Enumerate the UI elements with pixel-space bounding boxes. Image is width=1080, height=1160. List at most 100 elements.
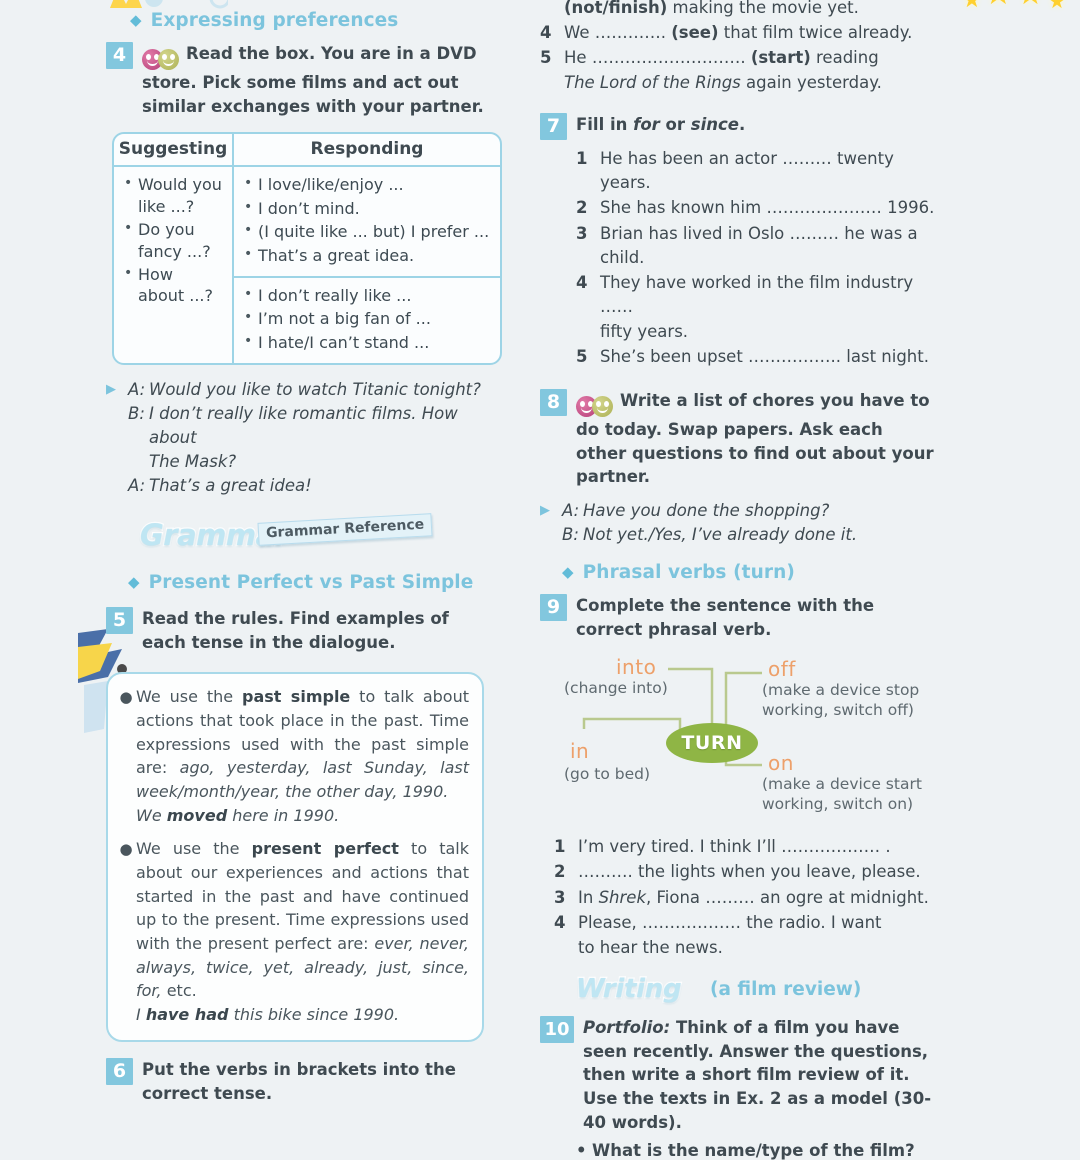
stars-decoration: ★ ★ ★ ★ [962,0,1072,18]
dialogue-line: A: Would you like to watch Titanic tonigh… [128,378,506,402]
exercise-number-badge: 8 [540,389,567,417]
bullet-icon: ● [119,688,133,707]
responding-negative-cell: • I don’t really like ... • I’m not a big … [234,278,500,363]
pair-work-icons [142,47,179,71]
dialogue-line: B: Not yet./Yes, I’ve already done it. [562,523,940,547]
exercise-8-text: Write a list of chores you have to do to… [576,389,936,489]
smiley-olive-icon [158,49,179,70]
list-item: • I don’t really like ... [244,285,492,306]
exercise-5: 5 Read the rules. Find examples of each … [106,606,506,655]
list-item: The Lord of the Rings again yesterday. [540,71,940,95]
diamond-icon: ◆ [130,11,142,29]
exercise-5-label: Read the rules. Find examples of each te… [142,608,449,652]
gap-dots: ………………………. [591,48,746,68]
table-body-row: • Would you like ...? • Do you fancy ...? … [114,167,500,364]
exercise-number-badge: 6 [106,1057,133,1085]
rule-time-expressions: ago, yesterday, last Sunday, last week/m… [136,758,469,802]
question-text: What is the name/type of the film? [592,1140,915,1160]
item-number: 2 [554,862,566,882]
exercise-9-label: Complete the sentence with the correct p… [576,595,875,639]
exercise-4-label: Read the box. You are in a DVD store. Pi… [142,44,484,116]
exercise-4-text: Read the box. You are in a DVD store. Pi… [142,42,506,118]
turn-phrasal-verb-diagram: TURN into (change into) off (make a devi… [540,647,940,847]
item-number: 4 [540,23,552,43]
item-post: again yesterday. [740,73,882,93]
list-item: • I love/like/enjoy ... [244,174,492,195]
exercise-number-badge: 10 [540,1015,574,1043]
bullet-icon: ● [119,840,133,859]
responding-negative-list: • I don’t really like ... • I’m not a big … [244,285,492,353]
item-post: , Fiona ……… an ogre at midnight. [646,887,929,907]
dialogue-speaker: A: [562,501,580,521]
suggesting-item-2: How about ...? [138,265,213,306]
responding-positive-0: I love/like/enjoy ... [258,175,404,195]
dialogue-text: Have you done the shopping? [583,501,830,521]
turn-branch-meaning-on: (make a device start working, switch on) [762,775,922,814]
dialogue-line: A: Have you done the shopping? [562,499,940,523]
responding-negative-1: I’m not a big fan of ... [258,309,431,329]
star-icon: ★ [1017,0,1044,10]
item-post: reading [810,48,879,68]
item-text: She has known him ………………… 1996. [600,198,935,218]
dialogue-speaker: B: [562,524,579,544]
example-dialogue-left: ▶ A: Would you like to watch Titanic toni… [106,378,506,498]
list-item: 4 Please, ……………… the radio. I want [554,911,940,935]
list-item: 2 ………. the lights when you leave, please. [554,860,940,884]
rule-example-post: this bike since 1990. [228,1005,400,1025]
rule-past-simple: ● We use the past simple to talk about a… [116,685,469,827]
item-text: She’s been upset …………….. last night. [600,346,929,366]
rule-example-post: here in 1990. [227,805,340,825]
right-column: (not/finish)(not/finish) making the movi… [540,0,940,1160]
table-cell-suggesting: • Would you like ...? • Do you fancy ...? … [114,167,234,364]
exercise-6-continued-items: (not/finish)(not/finish) making the movi… [540,0,940,95]
phrasal-heading-label: Phrasal verbs (turn) [582,561,795,583]
table-header-responding: Responding [234,134,500,168]
rule-example-verb: moved [166,805,228,825]
triangle-bullet-icon: ▶ [540,503,550,519]
item-number: 1 [576,149,588,169]
list-item: • Would you like ...? [124,175,222,216]
writing-subtitle: (a film review) [710,978,862,1000]
exercise-6: 6 Put the verbs in brackets into the cor… [106,1057,506,1106]
dialogue-text: The Mask? [149,452,237,472]
turn-branch-meaning-off: (make a device stop working, switch off) [762,681,920,720]
exercise-4: 4 Read the box. You are in a DVD store. … [106,42,506,118]
list-item: 3 Brian has lived in Oslo ……… he was a ch… [576,222,940,270]
list-item: (not/finish)(not/finish) making the movi… [564,0,859,17]
exercise-8-label: Write a list of chores you have to do to… [576,391,934,487]
grammar-subheading-label: Present Perfect vs Past Simple [148,571,474,593]
grammar-banner: Grammar Grammar Reference [106,513,506,558]
turn-branch-word-into: into [616,655,657,680]
item-number: 3 [554,887,566,907]
star-icon: ★ [962,0,982,13]
item-number: 5 [540,48,552,68]
list-item: 5 He ………………………. (start) reading [540,46,940,70]
item-number: 3 [576,223,588,243]
exercise-10-portfolio-label: Portfolio: [583,1017,671,1037]
item-pre: In [578,887,599,907]
suggesting-item-0: Would you like ...? [138,175,222,216]
item-text: ………. the lights when you leave, please. [578,862,921,882]
dialogue-line: A: That’s a great idea! [128,474,506,498]
rule-term: present perfect [251,839,399,859]
list-item: 2 She has known him ………………… 1996. [576,196,940,220]
item-pre: He [564,48,592,68]
list-item: 1 He has been an actor ……… twenty years. [576,147,940,195]
table-cell-responding: • I love/like/enjoy ... • I don’t mind. •(… [234,167,500,363]
suggesting-list: • Would you like ...? • Do you fancy ...? … [124,174,224,307]
section-heading-expressing-preferences: ◆ Expressing preferences [130,10,506,31]
exercise-9: 9 Complete the sentence with the correct… [540,593,940,642]
list-item: • (I quite like ... but) I prefer ... [244,221,492,242]
rule-example-verb: have had [145,1005,229,1025]
exercise-7-items: 1 He has been an actor ……… twenty years. … [576,147,940,369]
list-item: • What is the name/type of the film? [576,1141,940,1160]
exercise-number-badge: 9 [540,593,567,621]
exercise-8: 8 Write a list of chores you have to do … [540,389,940,489]
textbook-page: ★ ★ ★ ★ ◆ Expressing preferences 4 [0,0,1080,1160]
smiley-olive-icon [592,396,613,418]
instruction-post: . [738,115,746,135]
writing-banner: Writing (a film review) [575,973,940,1010]
exercise-7: 7 Fill in for or since. [540,113,940,141]
dialogue-speaker: A: [128,476,146,495]
instruction-mid: or [659,115,691,135]
